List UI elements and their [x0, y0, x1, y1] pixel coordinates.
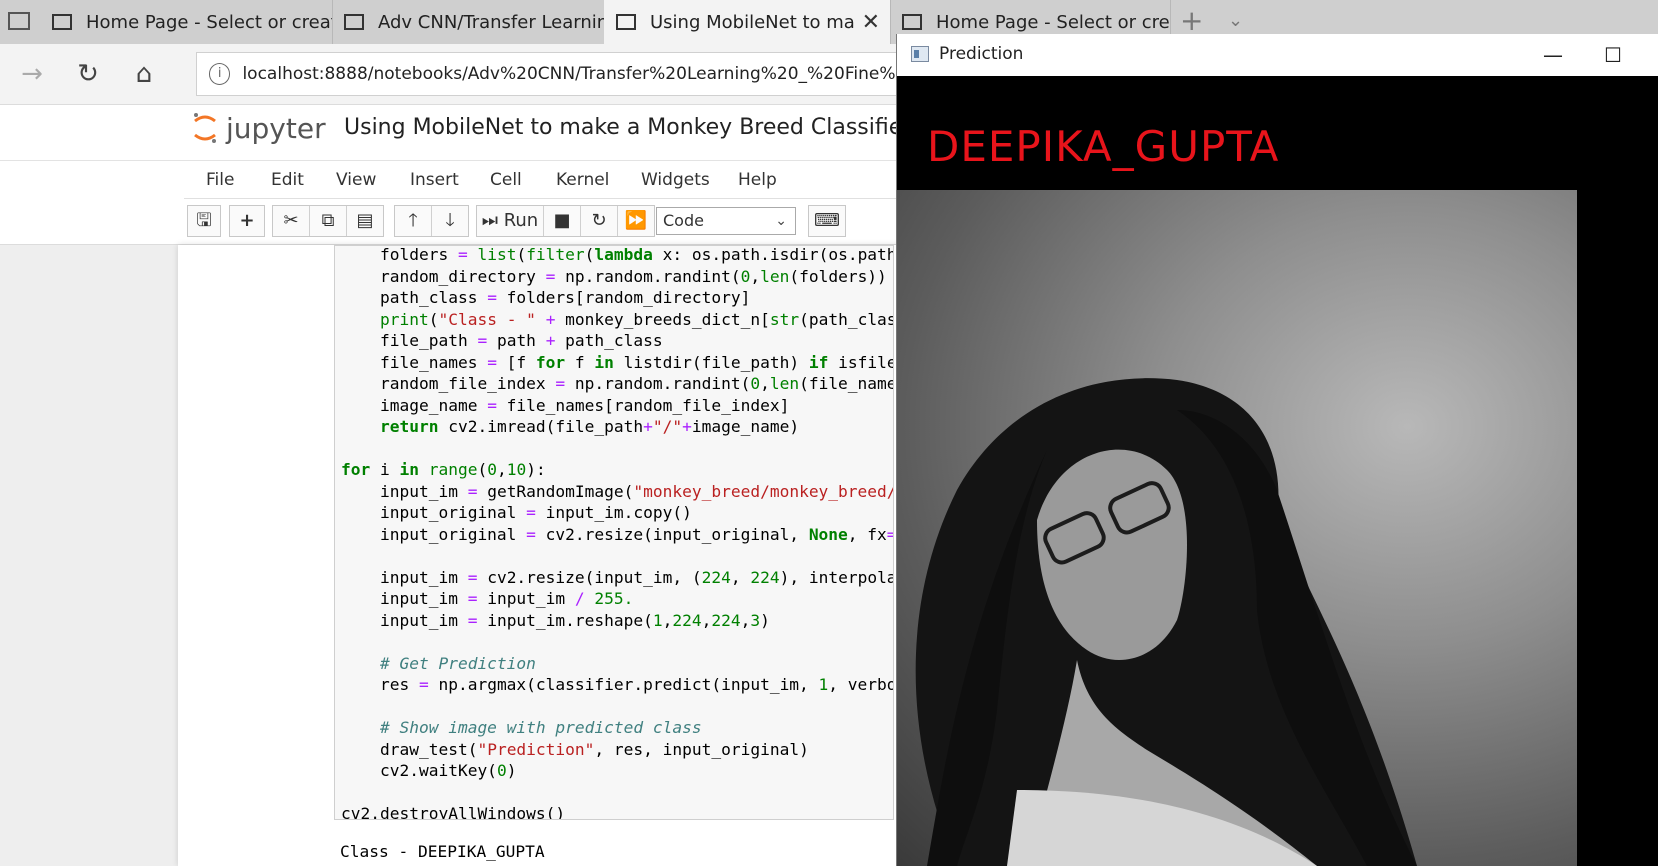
code-line: input_im = input_im.reshape(1,224,224,3)	[341, 610, 770, 630]
notebook-title[interactable]: Using MobileNet to make a Monkey Breed C…	[344, 115, 911, 140]
menu-help[interactable]: Help	[738, 161, 777, 199]
code-line: input_im = input_im / 255.	[341, 589, 634, 608]
add-cell-icon[interactable]: +	[229, 205, 265, 237]
home-icon[interactable]: ⌂	[126, 56, 162, 92]
code-line: # Get Prediction	[379, 653, 536, 673]
code-line: random_directory = np.random.randint(0,l…	[341, 266, 887, 286]
move-group: 🡑 🡓	[394, 205, 469, 237]
output-text: Class - DEEPIKA_GUPTA	[340, 842, 545, 861]
page-icon	[344, 14, 364, 30]
window-titlebar[interactable]: Prediction — ☐	[897, 34, 1658, 76]
refresh-icon[interactable]: ↻	[70, 56, 106, 92]
menu-widgets[interactable]: Widgets	[641, 161, 710, 199]
jupyter-logo[interactable]: jupyter	[192, 111, 326, 145]
code-line: file_path = path + path_class	[341, 331, 663, 350]
menu-cell[interactable]: Cell	[490, 161, 522, 199]
tab-home-page-1[interactable]: Home Page - Select or creat	[40, 0, 333, 44]
code-line: print("Class - " + monkey_breeds_dict_n[…	[379, 309, 894, 329]
copy-icon[interactable]: ⧉	[310, 206, 347, 236]
new-tab-button[interactable]: +	[1180, 4, 1203, 37]
tab-label: Adv CNN/Transfer Learning	[378, 11, 604, 33]
code-cell[interactable]: folders = list(filter(lambda x: os.path.…	[334, 245, 894, 820]
menu-insert[interactable]: Insert	[410, 161, 459, 199]
run-button[interactable]: ⏭ Run	[477, 206, 544, 236]
predicted-class-label: DEEPIKA_GUPTA	[927, 122, 1280, 171]
page-icon	[52, 14, 72, 30]
tab-label: Using MobileNet to ma	[650, 11, 855, 33]
minimize-icon[interactable]: —	[1533, 40, 1573, 70]
code-line: # Show image with predicted class	[379, 718, 702, 737]
code-line: file_names = [f for f in listdir(file_pa…	[341, 352, 893, 372]
code-line: input_im = cv2.resize(input_im, (224, 22…	[341, 567, 894, 587]
jupyter-logo-icon	[192, 111, 218, 145]
save-icon[interactable]: 🖫	[187, 205, 221, 237]
code-line: image_name = file_names[random_file_inde…	[341, 395, 790, 415]
fast-forward-icon[interactable]: ⏩	[618, 206, 654, 236]
tab-label: Home Page - Select or creat	[86, 11, 332, 33]
code-line: input_original = input_im.copy()	[341, 503, 692, 522]
restart-icon[interactable]: ↻	[581, 206, 618, 236]
chevron-down-icon[interactable]: ⌄	[1228, 10, 1243, 31]
code-line: folders = list(filter(lambda x: os.path.…	[341, 245, 893, 264]
code-line: path_class = folders[random_directory]	[341, 288, 751, 307]
forward-icon[interactable]: →	[14, 56, 50, 92]
keyboard-icon[interactable]: ⌨	[808, 205, 846, 237]
page-icon	[616, 14, 636, 30]
cut-icon[interactable]: ✂	[273, 206, 310, 236]
output-area: Class - DEEPIKA_GUPTA	[334, 836, 894, 866]
code-line: draw_test("Prediction", res, input_origi…	[341, 739, 809, 759]
menu-view[interactable]: View	[336, 161, 376, 199]
info-icon[interactable]: i	[209, 63, 231, 85]
tab-actions-icon[interactable]	[8, 12, 30, 30]
paste-icon[interactable]: ▤	[347, 206, 383, 236]
window-title: Prediction	[939, 44, 1024, 64]
window-app-icon	[911, 46, 929, 62]
run-group: ⏭ Run ■ ↻ ⏩	[476, 205, 655, 237]
run-label: Run	[503, 210, 539, 231]
menu-edit[interactable]: Edit	[271, 161, 304, 199]
menu-file[interactable]: File	[206, 161, 234, 199]
cell-type-select[interactable]: Code ⌄	[656, 207, 796, 235]
menu-kernel[interactable]: Kernel	[556, 161, 609, 199]
close-tab-icon[interactable]: ✕	[862, 10, 880, 35]
chevron-down-icon: ⌄	[775, 213, 787, 229]
portrait-photo	[897, 190, 1577, 866]
code-line: for i in range(0,10):	[341, 460, 546, 479]
code-line: cv2.destroyAllWindows()	[341, 804, 566, 820]
tab-label: Home Page - Select or creat	[936, 11, 1170, 33]
clipboard-group: ✂ ⧉ ▤	[272, 205, 384, 237]
prediction-window[interactable]: Prediction — ☐ DEEPIKA_GUPTA	[896, 34, 1658, 866]
maximize-icon[interactable]: ☐	[1593, 40, 1633, 70]
page-icon	[902, 14, 922, 30]
tab-adv-cnn[interactable]: Adv CNN/Transfer Learning	[332, 0, 605, 44]
code-line: random_file_index = np.random.randint(0,…	[341, 374, 893, 393]
code-line: cv2.waitKey(0)	[341, 761, 517, 780]
jupyter-wordmark: jupyter	[226, 111, 326, 145]
stop-icon[interactable]: ■	[544, 206, 581, 236]
tab-using-mobilenet[interactable]: Using MobileNet to ma ✕	[604, 0, 891, 44]
code-line: return cv2.imread(file_path+"/"+image_na…	[379, 417, 800, 436]
move-up-icon[interactable]: 🡑	[395, 206, 432, 236]
cell-type-value: Code	[663, 211, 704, 230]
code-line: res = np.argmax(classifier.predict(input…	[341, 675, 893, 694]
move-down-icon[interactable]: 🡓	[432, 206, 468, 236]
code-line: input_original = cv2.resize(input_origin…	[341, 524, 893, 544]
code-line: input_im = getRandomImage("monkey_breed/…	[341, 481, 893, 501]
